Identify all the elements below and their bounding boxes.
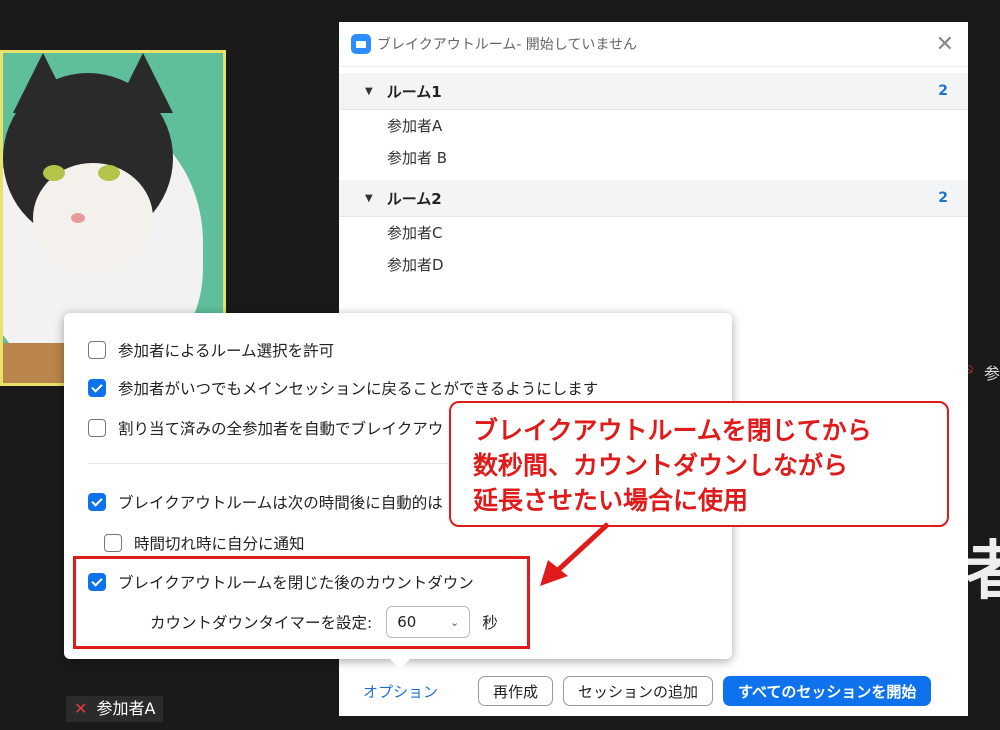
callout-arrow-icon: [540, 522, 610, 586]
checkbox[interactable]: [104, 534, 122, 552]
cat-ear-left: [13, 53, 73, 113]
room-member[interactable]: 参加者A: [339, 110, 968, 142]
zoom-logo-icon: [351, 34, 371, 54]
cat-eye-left: [43, 165, 65, 181]
start-all-sessions-button[interactable]: すべてのセッションを開始: [723, 676, 932, 706]
panel-footer: オプション 再作成 セッションの追加 すべてのセッションを開始: [339, 666, 968, 716]
checkbox-checked[interactable]: [88, 379, 106, 397]
right-tile-big-text: 者: [965, 535, 1000, 609]
room-name: ルーム1: [386, 82, 442, 101]
expand-triangle-icon: ▼: [365, 192, 373, 204]
highlight-box: [73, 556, 530, 649]
room-header-1[interactable]: ▼ ルーム1 2: [339, 73, 968, 110]
option-return-anytime[interactable]: 参加者がいつでもメインセッションに戻ることができるようにします: [88, 377, 598, 399]
option-allow-room-selection[interactable]: 参加者によるルーム選択を許可: [88, 339, 334, 361]
panel-title: ブレイクアウトルーム- 開始していません: [377, 37, 637, 53]
panel-titlebar: ブレイクアウトルーム- 開始していません: [339, 22, 968, 67]
cat-eye-right: [98, 165, 120, 181]
options-link[interactable]: オプション: [363, 681, 438, 702]
participant-name: 参加者A: [96, 699, 156, 718]
mic-muted-icon: ✕: [74, 699, 88, 718]
option-auto-move[interactable]: 割り当て済みの全参加者を自動でブレイクアウ: [88, 417, 443, 439]
room-count: 2: [938, 190, 948, 206]
recreate-button[interactable]: 再作成: [478, 676, 554, 706]
cat-nose: [71, 213, 85, 223]
popup-pointer: [390, 659, 410, 669]
room-name: ルーム2: [386, 189, 442, 208]
room-header-2[interactable]: ▼ ルーム2 2: [339, 180, 968, 217]
room-member[interactable]: 参加者C: [339, 217, 968, 249]
close-icon[interactable]: ✕: [936, 32, 954, 57]
room-member[interactable]: 参加者 B: [339, 142, 968, 174]
add-session-button[interactable]: セッションの追加: [563, 676, 714, 706]
expand-triangle-icon: ▼: [365, 85, 373, 97]
checkbox[interactable]: [88, 419, 106, 437]
annotation-callout: ブレイクアウトルームを閉じてから 数秒間、カウントダウンしながら 延長させたい場…: [449, 401, 949, 527]
option-notify-on-timeout[interactable]: 時間切れ時に自分に通知: [104, 532, 305, 554]
option-auto-close[interactable]: ブレイクアウトルームは次の時間後に自動的は: [88, 491, 443, 513]
cat-ear-right: [113, 53, 173, 113]
room-count: 2: [938, 83, 948, 99]
checkbox[interactable]: [88, 341, 106, 359]
participant-name-tag: ✕ 参加者A: [66, 696, 164, 722]
checkbox-checked[interactable]: [88, 493, 106, 511]
room-member[interactable]: 参加者D: [339, 249, 968, 281]
